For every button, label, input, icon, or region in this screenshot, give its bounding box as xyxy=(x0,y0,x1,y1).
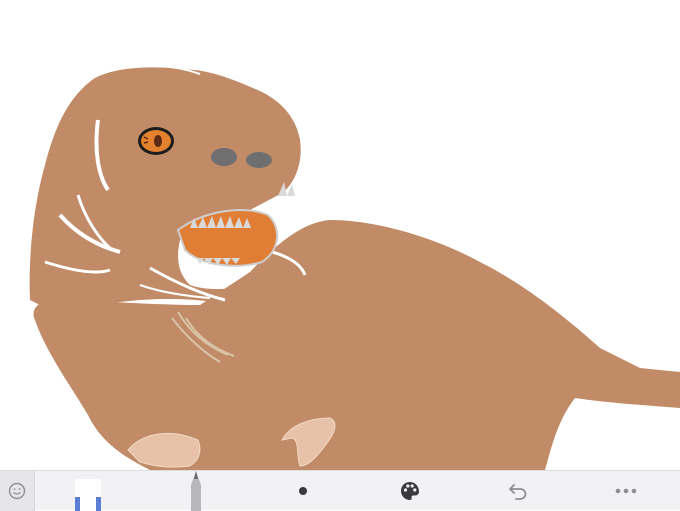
dino-eye xyxy=(138,127,174,155)
pencil-tool-button[interactable] xyxy=(176,471,216,511)
dino-nostril xyxy=(246,152,272,168)
more-icon xyxy=(615,488,637,494)
palette-icon xyxy=(401,482,419,500)
drawing-canvas[interactable] xyxy=(0,0,680,470)
emoji-button[interactable] xyxy=(0,471,35,511)
undo-button[interactable] xyxy=(500,471,536,511)
dinosaur-drawing xyxy=(29,64,680,470)
dot-icon xyxy=(299,487,307,495)
brush-size-button[interactable] xyxy=(286,471,320,511)
marker-icon xyxy=(75,479,101,511)
smiley-icon xyxy=(8,482,26,500)
color-palette-button[interactable] xyxy=(392,471,428,511)
marker-tool-button[interactable] xyxy=(60,471,116,511)
undo-icon xyxy=(509,484,527,500)
pencil-icon xyxy=(191,471,201,511)
drawing-toolbar xyxy=(0,470,680,511)
more-options-button[interactable] xyxy=(606,471,646,511)
dino-nostril xyxy=(211,148,237,166)
